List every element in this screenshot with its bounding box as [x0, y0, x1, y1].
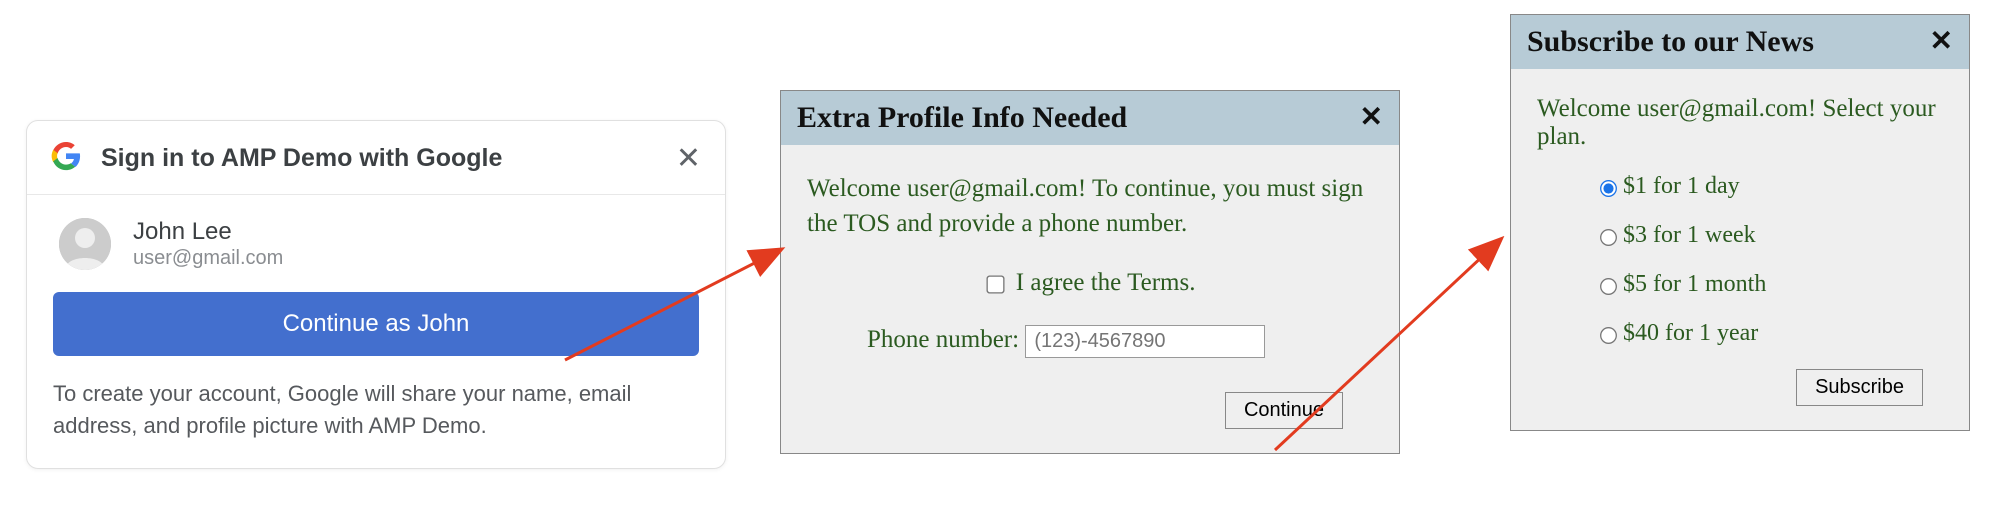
continue-button[interactable]: Continue — [1225, 392, 1343, 429]
user-name: John Lee — [133, 217, 283, 247]
plan-radio[interactable] — [1600, 328, 1617, 345]
user-email: user@gmail.com — [133, 247, 283, 270]
button-row: Continue — [807, 392, 1373, 429]
phone-label: Phone number: — [867, 326, 1025, 353]
plan-option[interactable]: $1 for 1 day — [1597, 173, 1943, 200]
google-disclaimer: To create your account, Google will shar… — [53, 378, 699, 442]
plan-label: $1 for 1 day — [1623, 173, 1740, 199]
terms-label-wrap[interactable]: I agree the Terms. — [985, 269, 1196, 296]
terms-checkbox[interactable] — [986, 275, 1004, 293]
plan-label: $40 for 1 year — [1623, 320, 1758, 346]
subscribe-welcome-text: Welcome user@gmail.com! Select your plan… — [1537, 95, 1943, 151]
close-icon[interactable]: ✕ — [1360, 104, 1383, 132]
plan-option[interactable]: $3 for 1 week — [1597, 222, 1943, 249]
dialog-title: Subscribe to our News — [1527, 25, 1930, 59]
close-icon[interactable]: ✕ — [1930, 28, 1953, 56]
continue-as-button[interactable]: Continue as John — [53, 292, 699, 356]
plan-option[interactable]: $5 for 1 month — [1597, 271, 1943, 298]
plan-radio[interactable] — [1600, 230, 1617, 247]
subscribe-button[interactable]: Subscribe — [1796, 369, 1923, 406]
google-card-body: John Lee user@gmail.com Continue as John… — [27, 195, 725, 468]
profile-welcome-text: Welcome user@gmail.com! To continue, you… — [807, 171, 1373, 241]
phone-input[interactable] — [1025, 325, 1265, 358]
button-row: Subscribe — [1537, 369, 1943, 406]
dialog-body: Welcome user@gmail.com! Select your plan… — [1511, 69, 1969, 430]
dialog-body: Welcome user@gmail.com! To continue, you… — [781, 145, 1399, 453]
terms-row: I agree the Terms. — [807, 269, 1373, 297]
plan-option[interactable]: $40 for 1 year — [1597, 320, 1943, 347]
google-card-title: Sign in to AMP Demo with Google — [101, 144, 676, 173]
close-icon[interactable]: ✕ — [676, 144, 701, 174]
google-profile-row[interactable]: John Lee user@gmail.com — [53, 217, 699, 270]
dialog-title: Extra Profile Info Needed — [797, 101, 1360, 135]
google-profile-text: John Lee user@gmail.com — [133, 217, 283, 270]
dialog-titlebar: Extra Profile Info Needed ✕ — [781, 91, 1399, 145]
plan-radio[interactable] — [1600, 279, 1617, 296]
plan-label: $3 for 1 week — [1623, 222, 1756, 248]
phone-row: Phone number: — [807, 325, 1373, 358]
plans-list: $1 for 1 day $3 for 1 week $5 for 1 mont… — [1537, 173, 1943, 347]
google-card-header: Sign in to AMP Demo with Google ✕ — [27, 121, 725, 195]
plan-radio[interactable] — [1600, 181, 1617, 198]
google-onetap-card: Sign in to AMP Demo with Google ✕ John L… — [26, 120, 726, 469]
dialog-titlebar: Subscribe to our News ✕ — [1511, 15, 1969, 69]
avatar — [59, 218, 111, 270]
subscribe-dialog: Subscribe to our News ✕ Welcome user@gma… — [1510, 14, 1970, 431]
extra-profile-dialog: Extra Profile Info Needed ✕ Welcome user… — [780, 90, 1400, 454]
google-logo-icon — [51, 141, 81, 176]
plan-label: $5 for 1 month — [1623, 271, 1766, 297]
terms-label: I agree the Terms. — [1016, 269, 1196, 296]
